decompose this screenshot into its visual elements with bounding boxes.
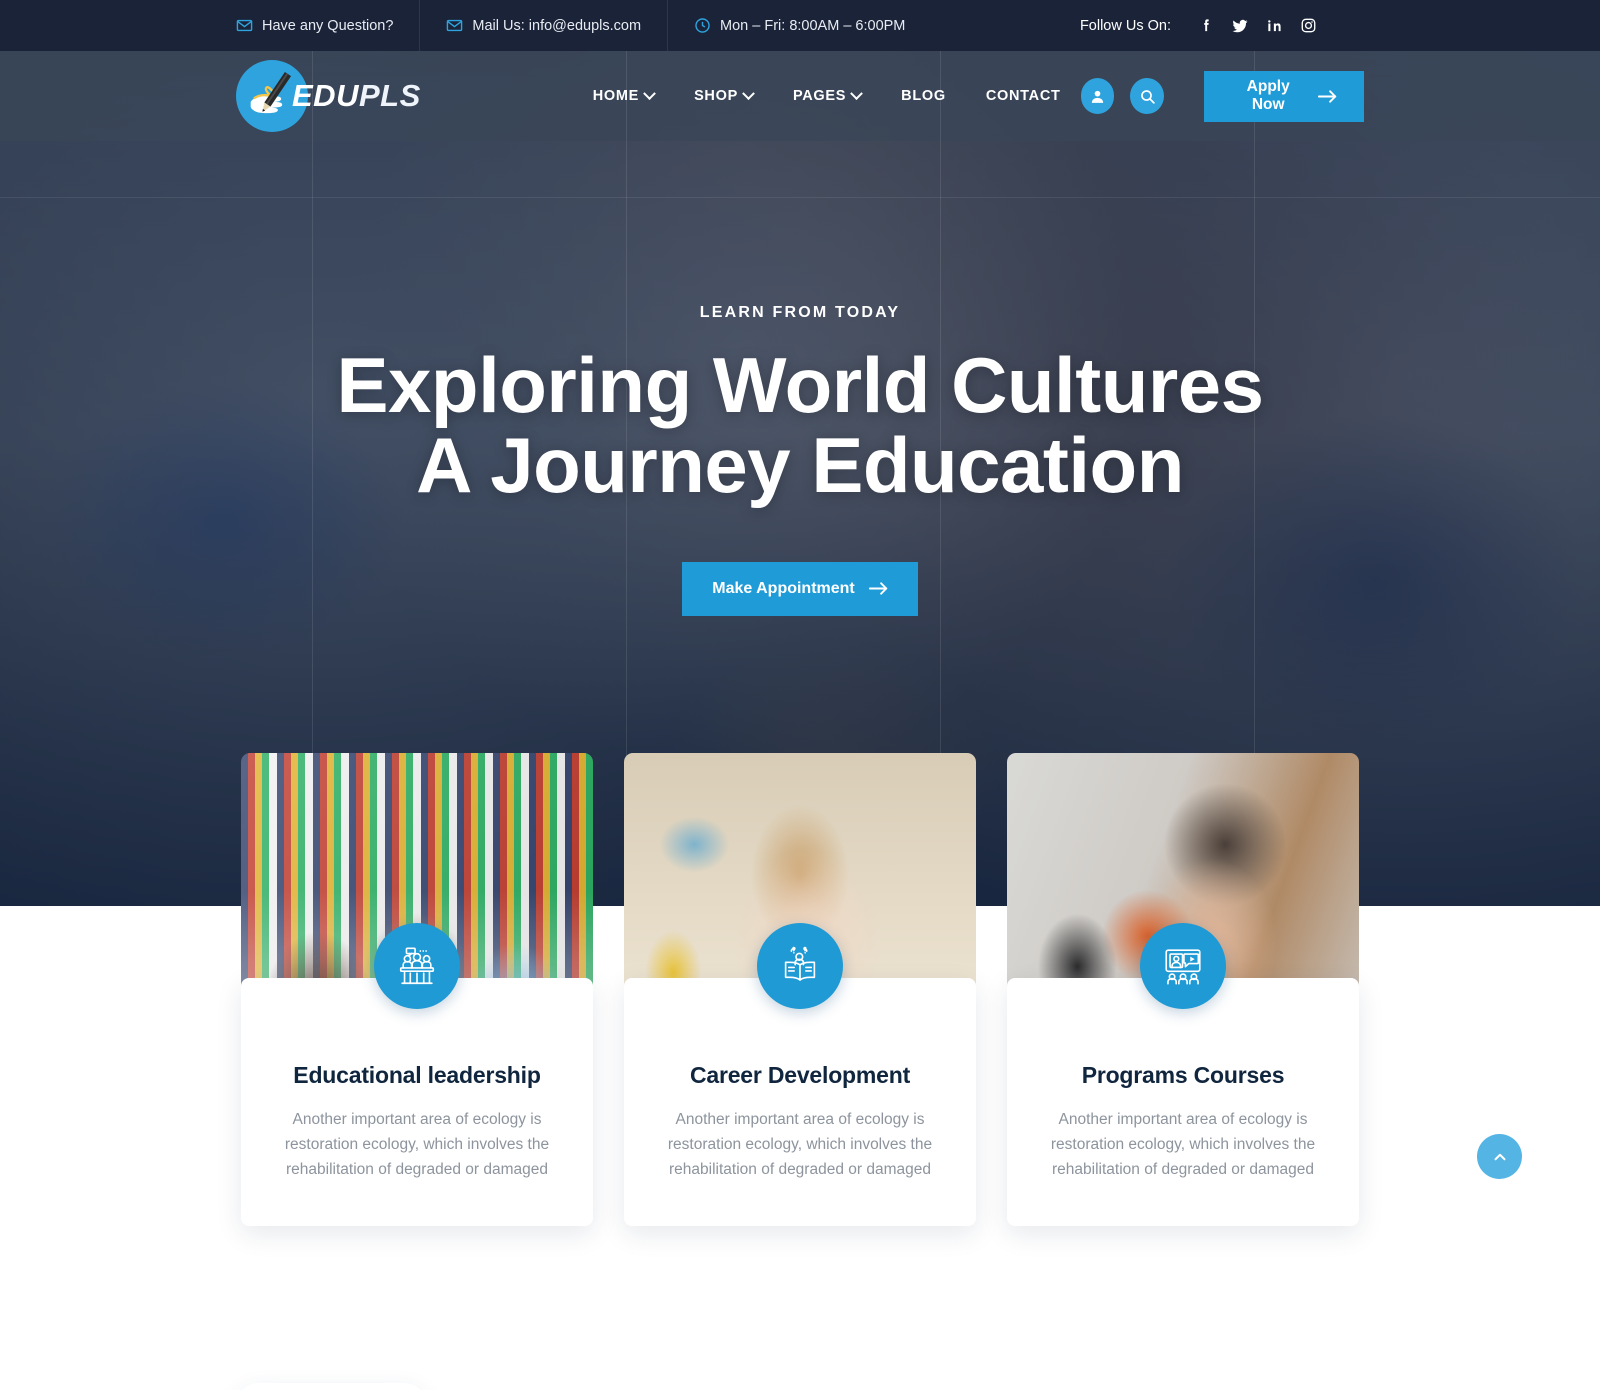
- card-body: Career Development Another important are…: [624, 923, 976, 1227]
- topbar-mail-label: Mail Us: info@edupls.com: [472, 17, 642, 34]
- chevron-down-icon: [643, 86, 656, 100]
- logo-text: EDUPLS: [292, 78, 421, 114]
- arrow-right-icon: [868, 581, 888, 596]
- envelope-icon: [236, 17, 253, 34]
- feature-card[interactable]: Career Development Another important are…: [624, 753, 976, 1227]
- topbar-question-label: Have any Question?: [262, 17, 394, 34]
- online-video-class-icon: [1140, 923, 1226, 1009]
- card-title: Educational leadership: [293, 1062, 541, 1088]
- logo-text-pls: PLS: [358, 78, 421, 113]
- nav-item-blog[interactable]: BLOG: [881, 88, 966, 104]
- search-button[interactable]: [1130, 78, 1165, 114]
- make-appointment-label: Make Appointment: [712, 579, 855, 597]
- top-bar: Have any Question? Mail Us: info@edupls.…: [0, 0, 1600, 51]
- user-icon: [1089, 88, 1106, 105]
- follow-us-label: Follow Us On:: [1079, 17, 1171, 34]
- clock-icon: [694, 17, 711, 34]
- nav-item-contact[interactable]: CONTACT: [966, 88, 1081, 104]
- people-meeting-icon: [374, 923, 460, 1009]
- card-body: Programs Courses Another important area …: [1007, 923, 1359, 1227]
- nav-item-pages[interactable]: PAGES: [773, 86, 881, 104]
- card-description: Another important area of ecology is res…: [1050, 1111, 1316, 1179]
- chevron-down-icon: [742, 86, 755, 100]
- hero-title: Exploring World Cultures A Journey Educa…: [336, 341, 1264, 510]
- header-actions: Apply Now: [1080, 70, 1365, 122]
- card-description: Another important area of ecology is res…: [284, 1111, 550, 1179]
- account-button[interactable]: [1080, 78, 1115, 114]
- card-description: Another important area of ecology is res…: [667, 1111, 933, 1179]
- about-badge: OUR ABOUT US: [236, 1383, 427, 1390]
- nav-label-home: HOME: [592, 88, 640, 104]
- topbar-hours: Mon – Fri: 8:00AM – 6:00PM: [668, 0, 931, 51]
- nav-label-shop: SHOP: [694, 88, 738, 104]
- topbar-question[interactable]: Have any Question?: [236, 0, 421, 51]
- nav-label-contact: CONTACT: [985, 88, 1061, 104]
- chevron-up-icon: [1491, 1148, 1509, 1166]
- envelope-icon: [446, 17, 463, 34]
- logo[interactable]: EDUPLS: [236, 60, 421, 132]
- arrow-right-icon: [1318, 89, 1337, 104]
- nav-item-home[interactable]: HOME: [573, 86, 674, 104]
- apply-now-button[interactable]: Apply Now: [1204, 70, 1365, 122]
- linkedin-icon[interactable]: [1257, 9, 1291, 43]
- open-book-reader-icon: [757, 923, 843, 1009]
- main-navigation: HOME SHOP PAGES BLOG CONTACT: [573, 86, 1081, 104]
- instagram-icon[interactable]: [1291, 9, 1325, 43]
- feature-cards: Educational leadership Another important…: [0, 753, 1600, 1227]
- card-title: Programs Courses: [1081, 1062, 1285, 1088]
- site-header: EDUPLS HOME SHOP PAGES BLOG CONTACT Appl…: [0, 51, 1600, 141]
- topbar-mail[interactable]: Mail Us: info@edupls.com: [420, 0, 669, 51]
- hero-content: LEARN FROM TODAY Exploring World Culture…: [0, 141, 1600, 616]
- facebook-icon[interactable]: [1189, 9, 1223, 43]
- topbar-hours-label: Mon – Fri: 8:00AM – 6:00PM: [720, 17, 906, 34]
- feature-card[interactable]: Programs Courses Another important area …: [1007, 753, 1359, 1227]
- nav-item-shop[interactable]: SHOP: [674, 86, 773, 104]
- nav-label-pages: PAGES: [792, 88, 847, 104]
- search-icon: [1139, 88, 1156, 105]
- twitter-icon[interactable]: [1223, 9, 1257, 43]
- nav-label-blog: BLOG: [901, 88, 946, 104]
- make-appointment-button[interactable]: Make Appointment: [682, 561, 918, 616]
- scroll-to-top-button[interactable]: [1477, 1134, 1522, 1179]
- card-body: Educational leadership Another important…: [241, 923, 593, 1227]
- feature-card[interactable]: Educational leadership Another important…: [241, 753, 593, 1227]
- logo-text-edu: EDU: [292, 78, 359, 113]
- card-title: Career Development: [689, 1062, 911, 1088]
- apply-now-label: Apply Now: [1246, 78, 1290, 113]
- chevron-down-icon: [850, 86, 864, 100]
- social-links: Follow Us On:: [1080, 9, 1325, 43]
- hero-eyebrow: LEARN FROM TODAY: [699, 304, 901, 321]
